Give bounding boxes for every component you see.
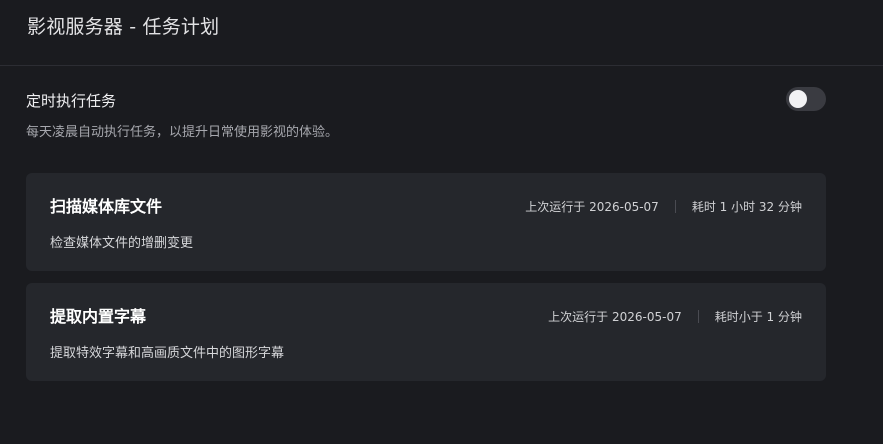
meta-divider [674, 200, 676, 213]
scheduled-task-toggle[interactable] [786, 87, 826, 111]
task-last-run: 上次运行于 2026-05-07 [525, 200, 659, 214]
scheduled-task-description: 每天凌晨自动执行任务，以提升日常使用影视的体验。 [26, 125, 339, 140]
task-description: 检查媒体文件的增删变更 [50, 236, 194, 251]
meta-divider [697, 310, 699, 323]
task-duration: 耗时小于 1 分钟 [714, 310, 802, 324]
task-last-run: 上次运行于 2026-05-07 [548, 310, 682, 324]
task-title: 提取内置字幕 [50, 307, 147, 326]
page-header: 影视服务器 - 任务计划 [0, 0, 883, 66]
task-card-extract-subtitles[interactable]: 提取内置字幕 上次运行于 2026-05-07 耗时小于 1 分钟 提取特效字幕… [26, 283, 826, 381]
task-description: 提取特效字幕和高画质文件中的图形字幕 [50, 346, 285, 361]
task-duration: 耗时 1 小时 32 分钟 [691, 200, 802, 214]
task-meta: 上次运行于 2026-05-07 耗时小于 1 分钟 [548, 308, 802, 325]
task-meta: 上次运行于 2026-05-07 耗时 1 小时 32 分钟 [525, 198, 802, 215]
page-title: 影视服务器 - 任务计划 [27, 16, 220, 38]
toggle-knob [789, 90, 807, 108]
task-card-scan-library[interactable]: 扫描媒体库文件 上次运行于 2026-05-07 耗时 1 小时 32 分钟 检… [26, 173, 826, 271]
scheduled-task-title: 定时执行任务 [26, 92, 117, 110]
task-title: 扫描媒体库文件 [50, 197, 163, 216]
